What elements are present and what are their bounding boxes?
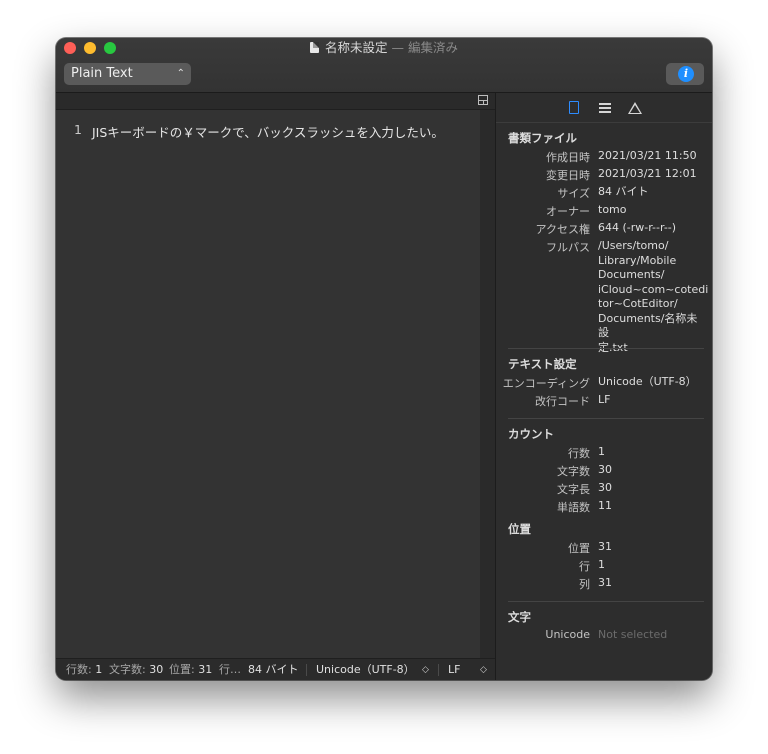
permission-value: 644 (-rw-r--r--): [598, 221, 677, 234]
section-divider: [508, 348, 704, 349]
document-icon[interactable]: [566, 100, 582, 116]
info-icon: i: [678, 66, 694, 82]
line-ending-value: LF: [598, 393, 611, 406]
unicode-label: Unicode: [545, 628, 590, 641]
line-ending-popup[interactable]: LF: [448, 659, 460, 680]
owner-value: tomo: [598, 203, 627, 216]
size-value: 84 バイト: [598, 185, 649, 198]
status-line: 行…: [219, 663, 241, 676]
inspector-toggle-button[interactable]: i: [666, 63, 704, 85]
status-divider: [438, 664, 439, 676]
status-file-size: 84 バイト: [248, 663, 299, 676]
location-heading: 位置: [508, 522, 531, 536]
column-label: 列: [579, 578, 590, 591]
size-label: サイズ: [557, 187, 590, 200]
document-icon: [310, 42, 319, 53]
owner-label: オーナー: [546, 205, 590, 218]
editor-pane: 1 JISキーボードの￥マークで、バックスラッシュを入力したい。 行数: 1 文…: [56, 93, 495, 680]
updown-chevron-icon: ⌃: [176, 68, 185, 79]
section-divider: [508, 418, 704, 419]
column-value: 31: [598, 576, 612, 589]
split-editor-icon[interactable]: [478, 95, 488, 105]
outline-icon[interactable]: [597, 100, 613, 116]
char-length-value: 30: [598, 481, 612, 494]
warning-icon[interactable]: [627, 100, 643, 116]
unicode-value: Not selected: [598, 628, 668, 641]
encoding-popup[interactable]: Unicode（UTF-8）: [316, 659, 415, 680]
chars-value: 30: [598, 463, 612, 476]
location-value: 31: [598, 540, 612, 553]
fullpath-value: /Users/tomo/ Library/Mobile Documents/ i…: [598, 239, 709, 354]
text-settings-heading: テキスト設定: [508, 357, 577, 371]
modified-label: 変更日時: [546, 169, 590, 182]
titlebar: 名称未設定 — 編集済み Plain Text ⌃ i: [56, 38, 712, 93]
status-chars: 文字数: 30: [109, 663, 164, 676]
char-length-label: 文字長: [557, 483, 590, 496]
modified-value: 2021/03/21 12:01: [598, 167, 697, 180]
encoding-value: Unicode（UTF-8）: [598, 375, 697, 388]
permission-label: アクセス権: [535, 223, 590, 236]
status-bar: 行数: 1 文字数: 30 位置: 31 行… 84 バイト Unicode（U…: [56, 658, 495, 680]
line-ending-chevron-icon: ◇: [480, 665, 487, 675]
status-divider: [306, 664, 307, 676]
file-section-heading: 書類ファイル: [508, 131, 577, 145]
text-line[interactable]: JISキーボードの￥マークで、バックスラッシュを入力したい。: [92, 122, 444, 141]
fullpath-label: フルパス: [546, 241, 590, 254]
line-number: 1: [74, 122, 82, 137]
lines-value: 1: [598, 445, 605, 458]
edited-indicator: — 編集済み: [391, 40, 458, 55]
status-lines: 行数: 1: [66, 663, 103, 676]
window-title: 名称未設定 — 編集済み: [56, 40, 712, 56]
encoding-label: エンコーディング: [502, 377, 590, 390]
chars-label: 文字数: [557, 465, 590, 478]
editor-window: 名称未設定 — 編集済み Plain Text ⌃ i 1 JISキーボードの￥…: [56, 38, 712, 680]
created-value: 2021/03/21 11:50: [598, 149, 697, 162]
words-label: 単語数: [557, 501, 590, 514]
vertical-scrollbar[interactable]: [480, 110, 495, 658]
location-label: 位置: [568, 542, 590, 555]
words-value: 11: [598, 499, 612, 512]
text-view[interactable]: 1 JISキーボードの￥マークで、バックスラッシュを入力したい。: [56, 110, 480, 658]
inspector-panel: 書類ファイル 作成日時 2021/03/21 11:50 変更日時 2021/0…: [496, 93, 712, 680]
section-divider: [508, 601, 704, 602]
line-label: 行: [579, 560, 590, 573]
character-heading: 文字: [508, 610, 531, 624]
line-value: 1: [598, 558, 605, 571]
count-heading: カウント: [508, 427, 554, 441]
line-ending-label: 改行コード: [535, 395, 590, 408]
inspector-tabs: [496, 93, 712, 123]
syntax-style-popup[interactable]: Plain Text ⌃: [64, 63, 191, 85]
status-location: 位置: 31: [169, 663, 213, 676]
created-label: 作成日時: [546, 151, 590, 164]
navigation-bar: [56, 93, 495, 110]
encoding-chevron-icon: ◇: [422, 665, 429, 675]
syntax-style-label: Plain Text: [71, 66, 133, 81]
lines-label: 行数: [568, 447, 590, 460]
